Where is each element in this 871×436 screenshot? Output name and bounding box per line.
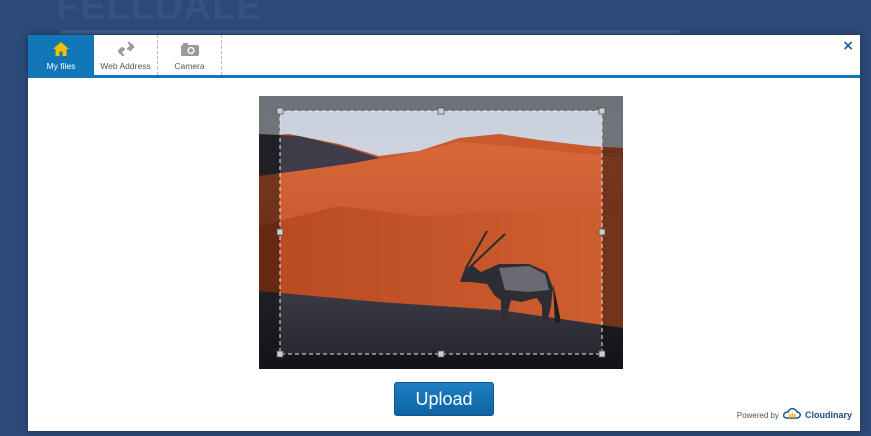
- cloudinary-logo-icon: [782, 406, 801, 424]
- image-preview: [259, 96, 623, 369]
- upload-button[interactable]: Upload: [394, 382, 494, 416]
- tab-label: Camera: [174, 61, 205, 71]
- tab-camera[interactable]: Camera: [158, 35, 222, 75]
- upload-widget-dialog: My files Web Address Camera × Upload Pow…: [28, 35, 860, 431]
- brand-name: Cloudinary: [804, 410, 852, 420]
- powered-by-text: Powered by: [736, 410, 779, 420]
- close-icon[interactable]: ×: [842, 38, 854, 54]
- background-page-title: FELLDALE: [56, 0, 263, 28]
- photo-oryx-desert: [259, 96, 623, 369]
- background-divider: [60, 30, 680, 34]
- home-icon: [53, 41, 69, 57]
- camera-icon: [180, 41, 200, 57]
- tab-label: My files: [46, 61, 76, 71]
- tab-label: Web Address: [100, 61, 151, 71]
- source-tabs: My files Web Address Camera ×: [28, 35, 860, 78]
- tab-web-address[interactable]: Web Address: [94, 35, 158, 75]
- powered-by-badge[interactable]: Powered by Cloudinary: [737, 406, 852, 424]
- tab-my-files[interactable]: My files: [28, 35, 94, 75]
- link-icon: [116, 41, 135, 57]
